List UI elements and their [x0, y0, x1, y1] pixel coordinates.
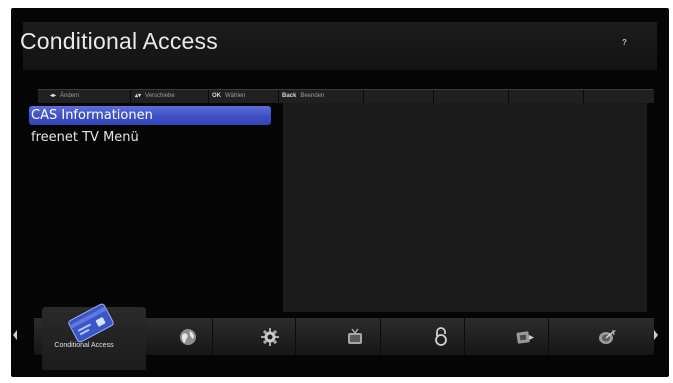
svg-text:T: T: [612, 331, 616, 337]
tv-icon[interactable]: [344, 326, 366, 348]
back-key-label: Back: [282, 93, 297, 99]
media-icon[interactable]: [514, 326, 536, 348]
dock-scroll-left-icon[interactable]: [13, 330, 17, 340]
lock-icon[interactable]: [430, 326, 452, 348]
info-pane: [283, 103, 647, 312]
gear-icon[interactable]: [259, 326, 281, 348]
smartcard-icon: [68, 303, 114, 343]
menu-item-cas-informationen[interactable]: CAS Informationen: [29, 106, 271, 125]
satellite-icon[interactable]: T: [596, 326, 618, 348]
hint-exit: Back Beenden: [282, 93, 325, 99]
menu-list: CAS Informationen freenet TV Menü: [29, 96, 272, 306]
photo-frame: ◂▸ Ändern ▴▾ Verschiebe OK Wählen Back Beend…: [0, 0, 673, 383]
help-icon[interactable]: ?: [622, 38, 627, 47]
page-title: Conditional Access: [20, 28, 218, 54]
dock-scroll-right-icon[interactable]: [654, 330, 658, 340]
dock-active-label: Conditional Access: [54, 342, 114, 349]
menu-item-freenet-tv-menu[interactable]: freenet TV Menü: [29, 128, 271, 147]
globe-icon[interactable]: [177, 326, 199, 348]
